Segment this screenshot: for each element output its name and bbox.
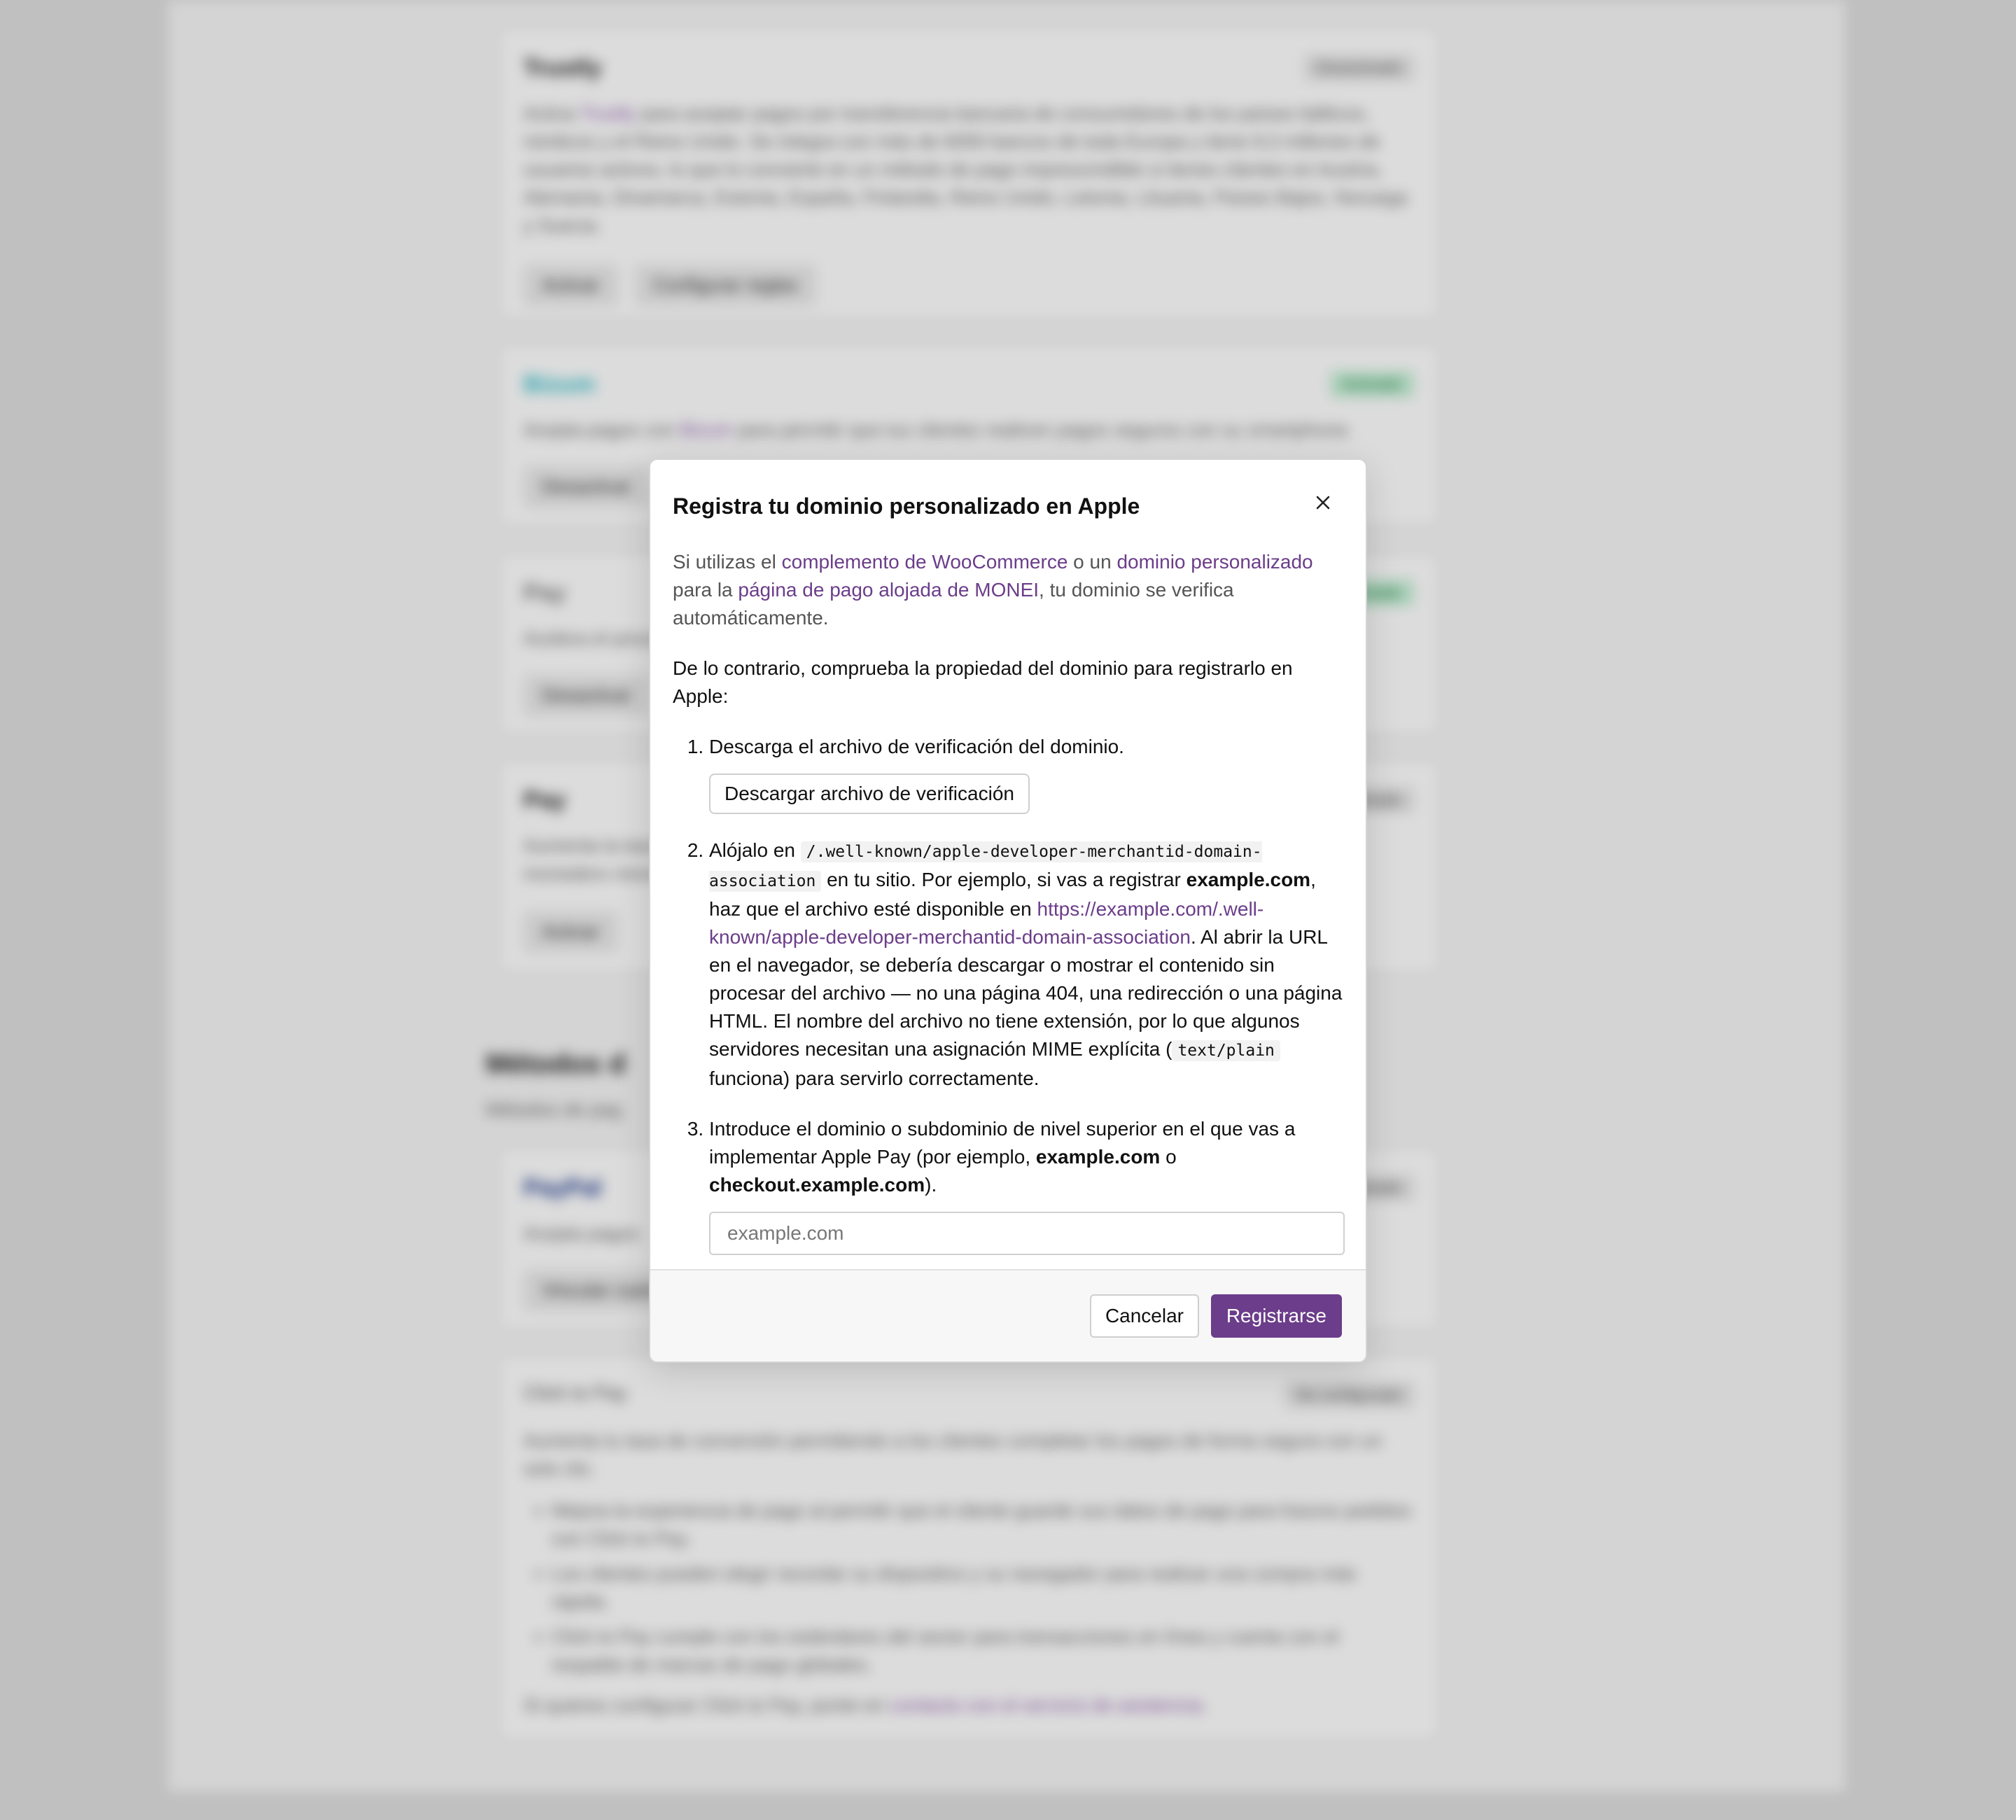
close-button[interactable] [1311,491,1335,514]
woocommerce-plugin-link[interactable]: complemento de WooCommerce [782,551,1068,573]
step-enter-domain: Introduce el dominio o subdominio de niv… [709,1115,1345,1255]
dialog-footer: Cancelar Registrarse [650,1269,1366,1362]
dialog-body: Si utilizas el complemento de WooCommerc… [673,548,1345,1278]
step-download: Descarga el archivo de verificación del … [709,733,1343,814]
hosted-payment-page-link[interactable]: página de pago alojada de MONEI [738,579,1039,601]
register-domain-dialog: Registra tu dominio personalizado en App… [649,458,1367,1363]
steps-list: Descarga el archivo de verificación del … [673,733,1345,1255]
close-icon [1316,496,1330,510]
domain-input[interactable] [709,1212,1345,1255]
intro-text: Si utilizas el complemento de WooCommerc… [673,551,1313,629]
cancel-button[interactable]: Cancelar [1089,1294,1199,1338]
custom-domain-link[interactable]: dominio personalizado [1116,551,1312,573]
mime-type: text/plain [1172,1040,1280,1061]
step-host-file: Alójalo en /.well-known/apple-developer-… [709,836,1343,1093]
download-verification-file-button[interactable]: Descargar archivo de verificación [709,774,1030,814]
register-button[interactable]: Registrarse [1210,1294,1342,1338]
dialog-title: Registra tu dominio personalizado en App… [673,493,1140,519]
otherwise-text: De lo contrario, comprueba la propiedad … [673,657,1293,707]
